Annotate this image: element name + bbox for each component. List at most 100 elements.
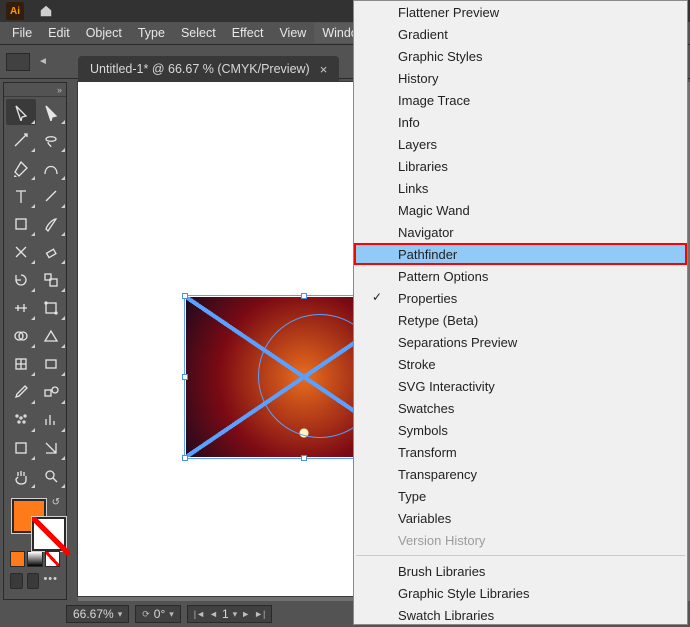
control-placeholder xyxy=(6,53,30,71)
paintbrush-tool[interactable] xyxy=(36,211,66,237)
app-badge: Ai xyxy=(6,2,24,20)
window-menu-dropdown: Flattener PreviewGradientGraphic StylesH… xyxy=(353,0,688,625)
menu-item-info[interactable]: Info xyxy=(354,111,687,133)
menu-item-history[interactable]: History xyxy=(354,67,687,89)
chevron-down-icon[interactable]: ▾ xyxy=(233,609,238,620)
color-swatch-area[interactable]: ↺ xyxy=(4,493,66,549)
menu-separator xyxy=(356,555,685,556)
eraser-tool[interactable] xyxy=(36,239,66,265)
mesh-tool[interactable] xyxy=(6,351,36,377)
shaper-tool[interactable] xyxy=(6,239,36,265)
gradient-tool[interactable] xyxy=(36,351,66,377)
scale-tool[interactable] xyxy=(36,267,66,293)
menu-item-libraries[interactable]: Libraries xyxy=(354,155,687,177)
slice-tool[interactable] xyxy=(36,435,66,461)
graph-tool[interactable] xyxy=(36,407,66,433)
free-transform-tool[interactable] xyxy=(36,295,66,321)
rotate-tool[interactable] xyxy=(6,267,36,293)
zoom-tool[interactable] xyxy=(36,463,66,489)
line-tool[interactable] xyxy=(36,183,66,209)
draw-normal-icon[interactable] xyxy=(10,573,23,589)
edit-toolbar-button[interactable]: ••• xyxy=(43,573,60,589)
color-chip-none[interactable] xyxy=(45,551,60,567)
menu-item-magic-wand[interactable]: Magic Wand xyxy=(354,199,687,221)
document-tab-strip: Untitled-1* @ 66.67 % (CMYK/Preview) × xyxy=(78,56,339,82)
next-icon[interactable]: ► xyxy=(241,609,250,619)
tool-grid xyxy=(4,97,66,493)
menu-item-gradient[interactable]: Gradient xyxy=(354,23,687,45)
zoom-value: 66.67% xyxy=(73,607,114,621)
prev-icon[interactable]: ◄ xyxy=(209,609,218,619)
menu-item-swatch-libraries[interactable]: Swatch Libraries xyxy=(354,604,687,626)
artboard-index: 1 xyxy=(222,607,229,621)
menu-item-transparency[interactable]: Transparency xyxy=(354,463,687,485)
menu-item-links[interactable]: Links xyxy=(354,177,687,199)
home-button[interactable] xyxy=(32,0,60,22)
menu-item-separations-preview[interactable]: Separations Preview xyxy=(354,331,687,353)
menu-item-flattener-preview[interactable]: Flattener Preview xyxy=(354,1,687,23)
menu-object[interactable]: Object xyxy=(78,23,130,43)
shape-builder-tool[interactable] xyxy=(6,323,36,349)
menu-item-transform[interactable]: Transform xyxy=(354,441,687,463)
document-tab-label: Untitled-1* @ 66.67 % (CMYK/Preview) xyxy=(90,62,310,76)
rotate-icon: ⟳ xyxy=(142,609,150,620)
direct-selection-tool[interactable] xyxy=(36,99,66,125)
draw-behind-icon[interactable] xyxy=(27,573,40,589)
menu-file[interactable]: File xyxy=(4,23,40,43)
curvature-tool[interactable] xyxy=(36,155,66,181)
rotate-field[interactable]: ⟳ 0° ▾ xyxy=(135,605,181,623)
menu-view[interactable]: View xyxy=(271,23,314,43)
color-chip-solid[interactable] xyxy=(10,551,25,567)
menu-item-variables[interactable]: Variables xyxy=(354,507,687,529)
stroke-swatch[interactable] xyxy=(32,517,66,551)
menu-item-stroke[interactable]: Stroke xyxy=(354,353,687,375)
rectangle-tool[interactable] xyxy=(6,211,36,237)
lasso-tool[interactable] xyxy=(36,127,66,153)
chevron-down-icon[interactable]: ▾ xyxy=(169,609,174,620)
menu-item-navigator[interactable]: Navigator xyxy=(354,221,687,243)
blend-tool[interactable] xyxy=(36,379,66,405)
menu-edit[interactable]: Edit xyxy=(40,23,78,43)
status-bar: 66.67% ▾ ⟳ 0° ▾ |◄ ◄ 1 ▾ ► ►| xyxy=(60,603,272,625)
chevron-left-icon[interactable]: ◄ xyxy=(38,56,48,67)
last-icon[interactable]: ►| xyxy=(254,609,265,619)
first-icon[interactable]: |◄ xyxy=(194,609,205,619)
eyedropper-tool[interactable] xyxy=(6,379,36,405)
tool-panel: » ↺ ••• xyxy=(3,82,67,600)
document-tab[interactable]: Untitled-1* @ 66.67 % (CMYK/Preview) × xyxy=(82,57,335,81)
menu-item-svg-interactivity[interactable]: SVG Interactivity xyxy=(354,375,687,397)
menu-item-swatches[interactable]: Swatches xyxy=(354,397,687,419)
menu-item-type[interactable]: Type xyxy=(354,485,687,507)
width-tool[interactable] xyxy=(6,295,36,321)
perspective-tool[interactable] xyxy=(36,323,66,349)
artboard-tool[interactable] xyxy=(6,435,36,461)
close-icon[interactable]: × xyxy=(320,63,328,76)
swap-colors-icon[interactable]: ↺ xyxy=(52,497,60,508)
artboard-nav[interactable]: |◄ ◄ 1 ▾ ► ►| xyxy=(187,605,273,623)
selection-tool[interactable] xyxy=(6,99,36,125)
menu-item-layers[interactable]: Layers xyxy=(354,133,687,155)
menu-item-version-history: Version History xyxy=(354,529,687,551)
menu-item-pattern-options[interactable]: Pattern Options xyxy=(354,265,687,287)
hand-tool[interactable] xyxy=(6,463,36,489)
menu-item-pathfinder[interactable]: Pathfinder xyxy=(354,243,687,265)
menu-item-graphic-styles[interactable]: Graphic Styles xyxy=(354,45,687,67)
menu-item-graphic-style-libraries[interactable]: Graphic Style Libraries xyxy=(354,582,687,604)
menu-type[interactable]: Type xyxy=(130,23,173,43)
magic-wand-tool[interactable] xyxy=(6,127,36,153)
symbol-sprayer-tool[interactable] xyxy=(6,407,36,433)
menu-item-retype-beta-[interactable]: Retype (Beta) xyxy=(354,309,687,331)
draw-mode-row: ••• xyxy=(4,573,66,593)
pen-tool[interactable] xyxy=(6,155,36,181)
chevron-down-icon[interactable]: ▾ xyxy=(118,609,123,620)
panel-collapse-button[interactable]: » xyxy=(4,83,66,97)
menu-select[interactable]: Select xyxy=(173,23,224,43)
rotate-value: 0° xyxy=(154,607,165,621)
type-tool[interactable] xyxy=(6,183,36,209)
zoom-field[interactable]: 66.67% ▾ xyxy=(66,605,129,623)
menu-item-properties[interactable]: Properties xyxy=(354,287,687,309)
menu-effect[interactable]: Effect xyxy=(224,23,272,43)
menu-item-symbols[interactable]: Symbols xyxy=(354,419,687,441)
menu-item-image-trace[interactable]: Image Trace xyxy=(354,89,687,111)
menu-item-brush-libraries[interactable]: Brush Libraries xyxy=(354,560,687,582)
